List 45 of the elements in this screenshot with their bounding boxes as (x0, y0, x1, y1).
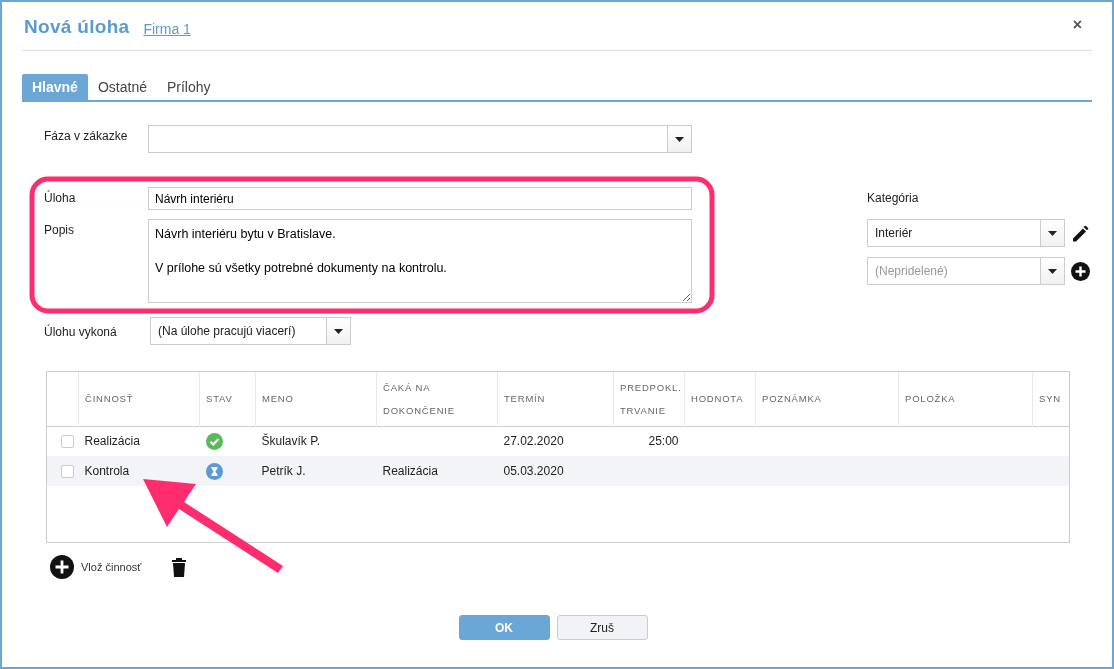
column-header: SYN (1039, 393, 1061, 405)
assignee-select[interactable]: (Na úlohe pracujú viacerí) (150, 317, 351, 345)
column-header: PREDPOKL. TRVANIE (620, 381, 682, 416)
caret-icon (1048, 230, 1057, 236)
add-icon (50, 555, 74, 579)
checkbox[interactable] (61, 464, 74, 478)
phase-select[interactable] (148, 125, 692, 153)
table-cell: Škulavík P. (261, 434, 320, 449)
field-label: Fáza v zákazke (44, 128, 129, 143)
column-header: MENO (262, 393, 294, 405)
pencil-icon (1071, 223, 1091, 243)
table-cell: Realizácia (382, 464, 438, 478)
field-label: Úlohu vykoná (44, 323, 118, 339)
caret-icon (1048, 268, 1057, 274)
table-cell: 25:00 (648, 434, 679, 449)
task-input[interactable]: Návrh interiéru (148, 187, 692, 210)
table-cell: Realizácia (84, 434, 140, 449)
tab[interactable]: Prílohy (156, 74, 221, 100)
column-header: POLOŽKA (905, 393, 956, 405)
column-header: STAV (206, 393, 233, 405)
add-activity-button[interactable]: Vlož činnosť (50, 555, 142, 579)
table-cell: Kontrola (84, 464, 130, 478)
field-label: Úloha (44, 189, 77, 205)
add-icon (1071, 261, 1090, 281)
cancel-button[interactable]: Zruš (556, 615, 648, 640)
checkbox[interactable] (61, 434, 74, 448)
field-label: Popis (44, 222, 76, 237)
caret-icon (334, 328, 343, 334)
delete-button[interactable] (171, 557, 188, 577)
table-cell: Petrík J. (261, 464, 306, 478)
column-header: POZNÁMKA (762, 393, 822, 405)
column-header: TERMÍN (504, 393, 546, 405)
column-header: ČAKÁ NA DOKONČENIE (383, 381, 455, 416)
trash-icon (171, 557, 188, 577)
table-cell: 05.03.2020 (503, 464, 564, 478)
description-textarea[interactable]: Návrh interiéru bytu v Bratislave. V prílohe sú všetky potrebné dokumenty na kontrolu. (148, 219, 692, 303)
tab[interactable]: Ostatné (87, 74, 157, 100)
close-button[interactable]: × (1072, 16, 1082, 34)
field-label: Kategória (867, 191, 920, 205)
caret-icon (675, 136, 684, 142)
column-header: HODNOTA (691, 393, 744, 405)
dialog-title: Nová úloha (24, 16, 130, 38)
category-select[interactable]: Interiér (867, 219, 1065, 247)
table-cell: 27.02.2020 (503, 434, 564, 449)
column-header: ČINNOSŤ (85, 393, 134, 405)
